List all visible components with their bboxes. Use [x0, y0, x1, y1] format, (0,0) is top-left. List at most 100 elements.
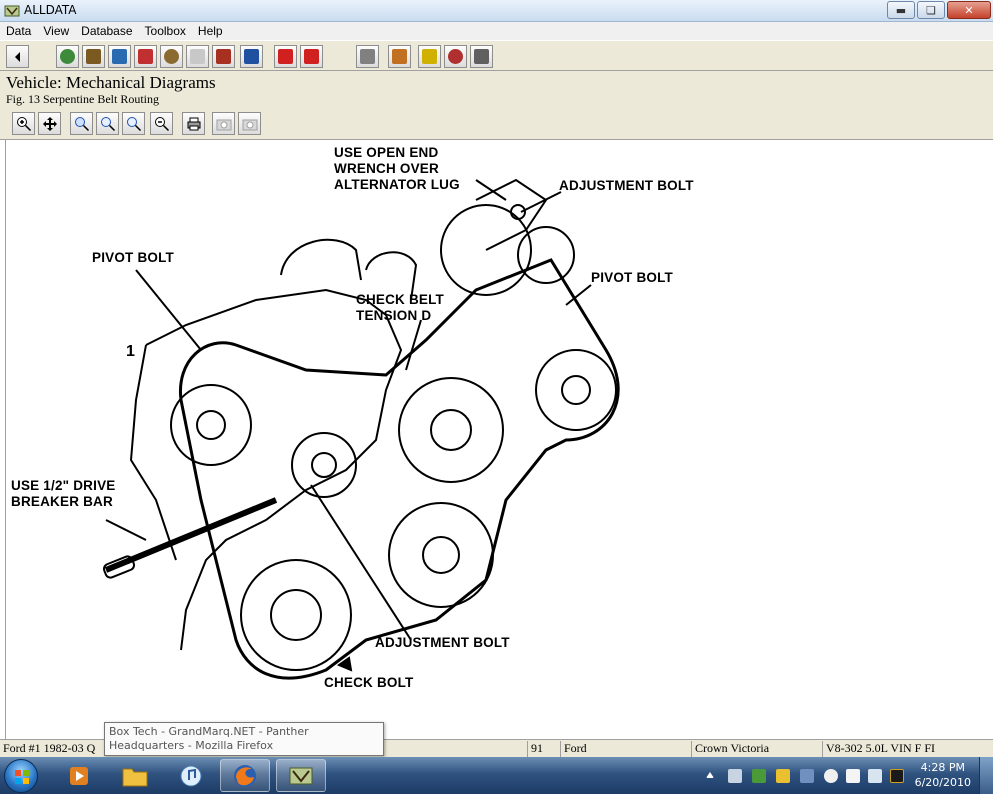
page-header: Vehicle: Mechanical Diagrams Fig. 13 Ser…: [0, 71, 993, 109]
label-numeral: 1: [126, 343, 136, 360]
back-arrow-icon: [14, 51, 20, 62]
page-title: Vehicle: Mechanical Diagrams: [6, 73, 216, 92]
main-toolbar: [0, 40, 993, 71]
zoom-previous-button[interactable]: [122, 112, 145, 135]
taskbar-tooltip: Box Tech - GrandMarq.NET - Panther Headq…: [104, 722, 384, 756]
clock-time: 4:28 PM: [920, 761, 965, 774]
left-pulley-hub: [196, 410, 226, 440]
alldata-taskbar-icon: [289, 767, 313, 784]
tray-update-icon[interactable]: [776, 769, 790, 783]
windows-logo-icon: [15, 770, 29, 784]
taskbar-itunes[interactable]: [166, 759, 216, 792]
status-code-cell: 91: [527, 741, 559, 757]
folder-icon: [122, 768, 148, 786]
zoom-fit-icon: [100, 116, 115, 131]
menu-help[interactable]: Help: [192, 24, 229, 38]
menu-toolbox[interactable]: Toolbox: [139, 24, 192, 38]
diagram-toolbar: [0, 109, 993, 140]
leader-adjust-bottom: [310, 484, 412, 641]
gear-icon: [164, 49, 179, 64]
menu-database[interactable]: Database: [75, 24, 138, 38]
home-button[interactable]: [82, 45, 105, 68]
label-pivot-bolt-right: PIVOT BOLT: [591, 270, 673, 285]
tray-flag-icon[interactable]: [846, 769, 860, 783]
music-note-icon: [180, 765, 202, 786]
water-pump-pulley: [398, 377, 504, 483]
taskbar-firefox[interactable]: [220, 759, 270, 792]
diagram-canvas[interactable]: USE OPEN END WRENCH OVER ALTERNATOR LUG …: [5, 140, 993, 739]
pencil-icon: [244, 49, 259, 64]
power-steering-hub: [561, 375, 591, 405]
crank-pulley-hub: [270, 589, 322, 641]
show-desktop-button[interactable]: [979, 757, 993, 794]
title-bar: ALLDATA ▬ ❏ ✕: [0, 0, 993, 22]
printer-setup-icon: [474, 49, 489, 64]
figure-title: Fig. 13 Serpentine Belt Routing: [6, 92, 159, 106]
taskbar-explorer[interactable]: [110, 759, 160, 792]
tray-app-icon[interactable]: [752, 769, 766, 783]
print-button[interactable]: [356, 45, 379, 68]
tray-security-icon[interactable]: [890, 769, 904, 783]
close-button[interactable]: ✕: [947, 1, 991, 19]
tray-network-icon[interactable]: [868, 769, 882, 783]
new-car-button[interactable]: [274, 45, 297, 68]
tray-printer-icon[interactable]: [728, 769, 742, 783]
house-icon: [86, 49, 101, 64]
notes-button[interactable]: [212, 45, 235, 68]
status-make-cell: Ford: [560, 741, 690, 757]
disabled-tool-button[interactable]: [186, 45, 209, 68]
camera-button[interactable]: [212, 112, 235, 135]
magnifier-icon: [448, 49, 463, 64]
show-hidden-icons-icon[interactable]: [706, 772, 714, 778]
globe-icon: [60, 49, 75, 64]
status-engine-cell: V8-302 5.0L VIN F FI: [822, 741, 993, 757]
restore-button[interactable]: ❏: [917, 1, 945, 19]
search-button[interactable]: [444, 45, 467, 68]
tray-speaker-icon[interactable]: [824, 769, 838, 783]
back-button[interactable]: [6, 45, 29, 68]
edit-button[interactable]: [240, 45, 263, 68]
taskbar: 4:28 PM 6/20/2010: [0, 757, 993, 794]
document-icon: [138, 49, 153, 64]
help-button[interactable]: [418, 45, 441, 68]
start-button[interactable]: [4, 759, 38, 793]
zoom-out-button[interactable]: [150, 112, 173, 135]
zoom-in-button[interactable]: [12, 112, 35, 135]
leader-pivot-left: [135, 269, 202, 351]
taskbar-alldata[interactable]: [276, 759, 326, 792]
menu-view[interactable]: View: [37, 24, 75, 38]
label-pivot-bolt-left: PIVOT BOLT: [92, 250, 174, 265]
car-button[interactable]: [300, 45, 323, 68]
minimize-button[interactable]: ▬: [887, 1, 915, 19]
zoom-previous-icon: [126, 116, 141, 131]
zoom-window-icon: [74, 116, 89, 131]
print-diagram-button[interactable]: [182, 112, 205, 135]
printer-setup-button[interactable]: [470, 45, 493, 68]
question-icon: [422, 49, 437, 64]
taskbar-media-player[interactable]: [54, 759, 104, 792]
zoom-in-icon: [16, 116, 31, 131]
parts-button[interactable]: [160, 45, 183, 68]
tensioner-hub: [311, 452, 337, 478]
info-box-icon: [392, 49, 407, 64]
system-clock[interactable]: 4:28 PM 6/20/2010: [915, 760, 971, 790]
tsb-button[interactable]: [134, 45, 157, 68]
alternator-fan: [517, 226, 575, 284]
media-player-icon: [70, 766, 88, 785]
refresh-button[interactable]: [56, 45, 79, 68]
water-pump-hub: [430, 409, 472, 451]
camera-export-button[interactable]: [238, 112, 261, 135]
info-button[interactable]: [388, 45, 411, 68]
procedure-button[interactable]: [108, 45, 131, 68]
label-adjustment-bolt-top: ADJUSTMENT BOLT: [559, 178, 694, 193]
power-steering-pulley: [535, 349, 617, 431]
menu-bar: Data View Database Toolbox Help: [0, 22, 993, 40]
menu-data[interactable]: Data: [0, 24, 37, 38]
printer-icon: [187, 117, 200, 130]
tray-monitor-icon[interactable]: [800, 769, 814, 783]
zoom-window-button[interactable]: [70, 112, 93, 135]
label-check-belt-tension: CHECK BELT TENSION D: [356, 292, 444, 323]
camera-export-icon: [242, 119, 257, 130]
pan-button[interactable]: [38, 112, 61, 135]
zoom-fit-button[interactable]: [96, 112, 119, 135]
